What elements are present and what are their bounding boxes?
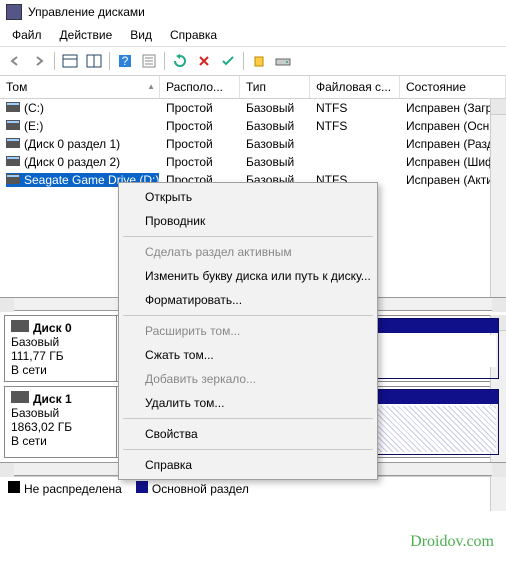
panel-split-icon[interactable]: [83, 50, 105, 72]
scroll-left-icon[interactable]: [0, 463, 14, 477]
table-row[interactable]: (E:)ПростойБазовыйNTFSИсправен (Осн...: [0, 117, 506, 135]
svg-text:?: ?: [122, 54, 129, 68]
context-menu-item[interactable]: Открыть: [121, 185, 375, 209]
scroll-right-icon[interactable]: [492, 298, 506, 312]
back-button[interactable]: [4, 50, 26, 72]
disk-icon: [6, 120, 20, 130]
context-menu-item[interactable]: Удалить том...: [121, 391, 375, 415]
disk-icon: [11, 391, 29, 403]
context-menu-item[interactable]: Проводник: [121, 209, 375, 233]
context-menu-item[interactable]: Форматировать...: [121, 288, 375, 312]
table-row[interactable]: (Диск 0 раздел 1)ПростойБазовыйИсправен …: [0, 135, 506, 153]
disk-icon: [6, 138, 20, 148]
watermark: Droidov.com: [410, 533, 494, 551]
context-menu-item[interactable]: Свойства: [121, 422, 375, 446]
context-menu-item[interactable]: Справка: [121, 453, 375, 477]
square-icon: [8, 481, 20, 493]
context-menu-item: Сделать раздел активным: [121, 240, 375, 264]
forward-button[interactable]: [28, 50, 50, 72]
context-menu: ОткрытьПроводник Сделать раздел активнымИ…: [118, 182, 378, 480]
scroll-right-icon[interactable]: [492, 463, 506, 477]
context-menu-item[interactable]: Сжать том...: [121, 343, 375, 367]
drive-icon[interactable]: [272, 50, 294, 72]
table-row[interactable]: (Диск 0 раздел 2)ПростойБазовыйИсправен …: [0, 153, 506, 171]
square-icon: [136, 481, 148, 493]
disk-icon: [6, 102, 20, 112]
vscroll[interactable]: [490, 99, 506, 297]
context-menu-item: Добавить зеркало...: [121, 367, 375, 391]
properties-icon[interactable]: [138, 50, 160, 72]
disk-icon: [11, 320, 29, 332]
window-title: Управление дисками: [28, 5, 145, 19]
context-menu-item: Расширить том...: [121, 319, 375, 343]
panel-top-icon[interactable]: [59, 50, 81, 72]
col-type[interactable]: Тип: [240, 76, 310, 98]
scroll-left-icon[interactable]: [0, 298, 14, 312]
menu-view[interactable]: Вид: [122, 26, 160, 44]
table-row[interactable]: (C:)ПростойБазовыйNTFSИсправен (Загр...: [0, 99, 506, 117]
delete-icon[interactable]: [193, 50, 215, 72]
col-loc[interactable]: Располо...: [160, 76, 240, 98]
menu-bar: Файл Действие Вид Справка: [0, 24, 506, 47]
toolbar: ?: [0, 47, 506, 76]
menu-file[interactable]: Файл: [4, 26, 50, 44]
menu-help[interactable]: Справка: [162, 26, 225, 44]
checklist-icon[interactable]: [217, 50, 239, 72]
col-tom[interactable]: Том▲: [0, 76, 160, 98]
refresh-icon[interactable]: [169, 50, 191, 72]
legend-primary: Основной раздел: [136, 481, 249, 496]
context-menu-item[interactable]: Изменить букву диска или путь к диску...: [121, 264, 375, 288]
app-icon: [6, 4, 22, 20]
help-icon[interactable]: ?: [114, 50, 136, 72]
col-state[interactable]: Состояние: [400, 76, 506, 98]
title-bar: Управление дисками: [0, 0, 506, 24]
new-icon[interactable]: [248, 50, 270, 72]
disk-icon: [6, 156, 20, 166]
legend-unallocated: Не распределена: [8, 481, 122, 496]
menu-action[interactable]: Действие: [52, 26, 121, 44]
scroll-up-icon[interactable]: [491, 99, 506, 115]
col-fs[interactable]: Файловая с...: [310, 76, 400, 98]
disk-icon: [6, 174, 20, 184]
volume-list-header: Том▲ Располо... Тип Файловая с... Состоя…: [0, 76, 506, 99]
